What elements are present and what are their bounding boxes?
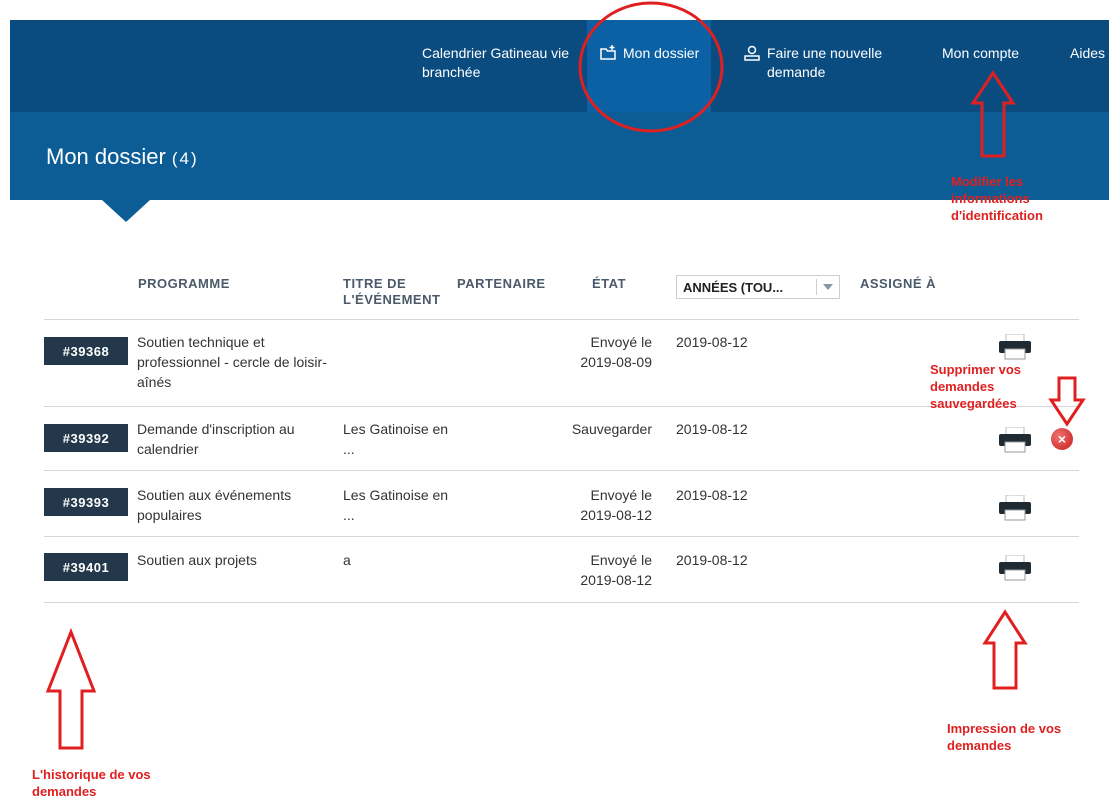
annotation-delete: Supprimer vos demandes sauvegardées: [930, 362, 1022, 411]
arrow-up-history: [45, 627, 97, 750]
annotation-history: L'historique de vos demandes: [32, 767, 151, 799]
highlight-circle: [578, 1, 724, 133]
arrow-up-account: [970, 70, 1016, 158]
annotation-account: Modifier les informations d'identificati…: [951, 174, 1043, 223]
annotation-print: Impression de vos demandes: [947, 721, 1062, 753]
arrow-down-delete: [1048, 376, 1086, 427]
arrow-up-print: [982, 609, 1028, 690]
